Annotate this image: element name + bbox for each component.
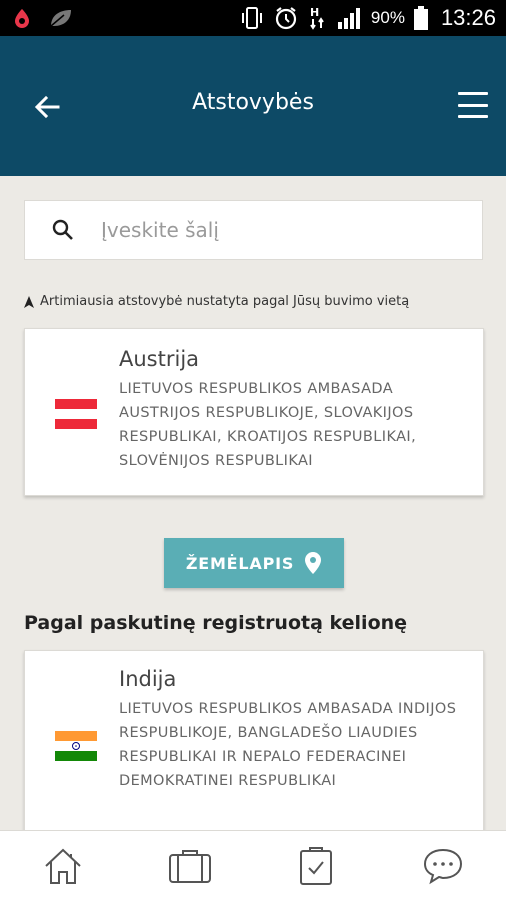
- embassy-description: LIETUVOS RESPUBLIKOS AMBASADA AUSTRIJOS …: [119, 381, 417, 469]
- search-input[interactable]: [101, 218, 441, 242]
- map-button[interactable]: ŽEMĖLAPIS: [164, 538, 344, 588]
- map-pin-icon: [305, 552, 322, 574]
- clipboard-check-icon: [300, 846, 333, 885]
- clock: 13:26: [440, 5, 496, 30]
- nav-checklist[interactable]: [286, 836, 346, 896]
- location-note-text: Artimiausia atstovybė nustatyta pagal Jū…: [40, 294, 410, 309]
- embassy-card-last-trip[interactable]: Indija LIETUVOS RESPUBLIKOS AMBASADA IND…: [24, 650, 484, 850]
- search-icon: [52, 219, 73, 240]
- menu-icon: [458, 92, 488, 95]
- embassy-card-nearest[interactable]: Austrija LIETUVOS RESPUBLIKOS AMBASADA A…: [24, 328, 484, 496]
- india-flag-icon: [55, 731, 97, 761]
- svg-text:H: H: [310, 6, 319, 19]
- leaf-icon: [50, 10, 71, 27]
- battery-percentage: 90%: [370, 8, 405, 27]
- nav-trips[interactable]: [160, 836, 220, 896]
- search-box[interactable]: [24, 200, 483, 260]
- menu-icon-line: [458, 115, 488, 118]
- country-name: Indija: [119, 667, 177, 691]
- austria-flag-icon: [55, 399, 97, 429]
- embassy-description: LIETUVOS RESPUBLIKOS AMBASADA INDIJOS RE…: [119, 701, 457, 789]
- menu-button[interactable]: [458, 92, 488, 118]
- page-title: Atstovybės: [192, 90, 314, 115]
- nav-messages[interactable]: [413, 836, 473, 896]
- location-note: Artimiausia atstovybė nustatyta pagal Jū…: [24, 294, 409, 309]
- suitcase-icon: [168, 849, 211, 883]
- map-button-label: ŽEMĖLAPIS: [185, 553, 295, 573]
- status-bar: H 90% 13:26: [0, 0, 506, 36]
- app-notification-icon: [15, 9, 29, 28]
- signal-icon: [337, 8, 360, 29]
- country-name: Austrija: [119, 347, 200, 371]
- nav-home[interactable]: [33, 836, 93, 896]
- battery-icon: [413, 6, 428, 30]
- home-icon: [45, 848, 81, 884]
- navigation-arrow-icon: [24, 295, 34, 308]
- bottom-navigation: [0, 830, 506, 900]
- section-title: Pagal paskutinę registruotą kelionę: [24, 612, 408, 634]
- chat-icon: [423, 848, 462, 884]
- network-h-icon: H: [310, 6, 324, 30]
- vibrate-icon: [241, 7, 262, 29]
- menu-icon-line: [458, 103, 488, 107]
- alarm-icon: [275, 7, 297, 30]
- app-bar: Atstovybės: [0, 36, 506, 176]
